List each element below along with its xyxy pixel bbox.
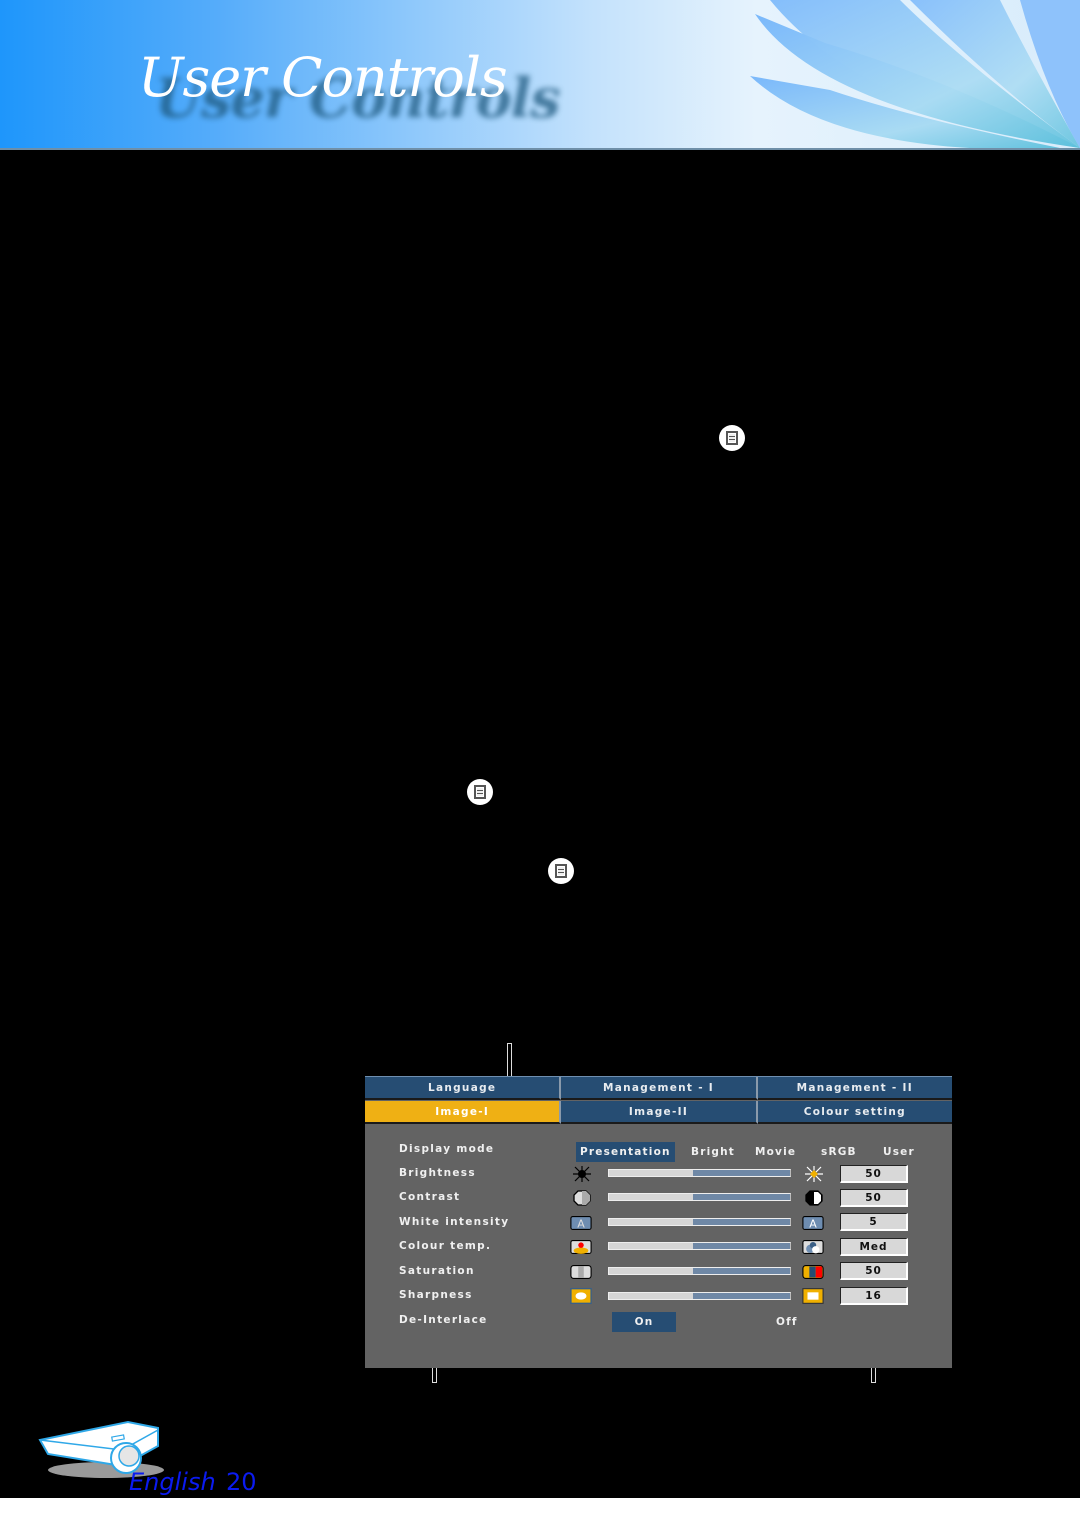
svg-text:A: A (809, 1218, 817, 1231)
saturation-low-icon (570, 1264, 592, 1280)
page-number: 20 (226, 1468, 257, 1496)
saturation-value: 50 (840, 1262, 908, 1280)
sharpness-low-icon (570, 1287, 592, 1305)
contrast-label: Contrast (399, 1191, 461, 1203)
tab-image-2[interactable]: Image-II (561, 1101, 758, 1124)
brightness-value: 50 (840, 1165, 908, 1183)
white-intensity-high-icon: A (802, 1215, 824, 1231)
colour-temp-cool-icon (802, 1239, 824, 1255)
svg-text:A: A (577, 1218, 585, 1231)
note-icon (719, 425, 745, 451)
de-interlace-label: De-Interlace (399, 1314, 488, 1326)
mode-movie[interactable]: Movie (751, 1142, 800, 1162)
osd-tab-row-1: Language Management - I Management - II (365, 1076, 952, 1100)
white-intensity-label: White intensity (399, 1216, 510, 1228)
footer-language: English (129, 1468, 216, 1496)
display-mode-label: Display mode (399, 1143, 495, 1155)
colour-temp-slider[interactable] (608, 1242, 791, 1250)
sharpness-slider[interactable] (608, 1292, 791, 1300)
sharpness-value: 16 (840, 1287, 908, 1305)
osd-tab-row-2: Image-I Image-II Colour setting (365, 1101, 952, 1124)
mode-user[interactable]: User (879, 1142, 919, 1162)
brightness-label: Brightness (399, 1167, 476, 1179)
de-interlace-off-button[interactable]: Off (776, 1312, 798, 1332)
mode-bright[interactable]: Bright (687, 1142, 739, 1162)
contrast-low-icon (571, 1190, 593, 1206)
colour-temp-warm-icon (570, 1239, 592, 1255)
sharpness-label: Sharpness (399, 1289, 473, 1301)
footer-strip (0, 1498, 1080, 1532)
colour-temp-label: Colour temp. (399, 1240, 492, 1252)
tab-colour-setting[interactable]: Colour setting (757, 1101, 952, 1124)
tab-image-1[interactable]: Image-I (365, 1101, 562, 1124)
contrast-value: 50 (840, 1189, 908, 1207)
note-icon (548, 858, 574, 884)
sharpness-high-icon (802, 1288, 824, 1304)
white-intensity-value: 5 (840, 1213, 908, 1231)
saturation-label: Saturation (399, 1265, 475, 1277)
white-intensity-slider[interactable] (608, 1218, 791, 1226)
tab-management-1[interactable]: Management - I (561, 1077, 758, 1100)
de-interlace-on-button[interactable]: On (612, 1312, 676, 1332)
brightness-low-icon (571, 1166, 593, 1182)
contrast-high-icon (803, 1190, 825, 1206)
saturation-slider[interactable] (608, 1267, 791, 1275)
tab-language[interactable]: Language (365, 1077, 562, 1100)
contrast-slider[interactable] (608, 1193, 791, 1201)
brightness-high-icon (803, 1166, 825, 1182)
header-divider (0, 148, 1080, 150)
note-icon (467, 779, 493, 805)
colour-temp-value: Med (840, 1238, 908, 1256)
tab-management-2[interactable]: Management - II (757, 1077, 952, 1100)
mode-srgb[interactable]: sRGB (817, 1142, 861, 1162)
page-title: User Controls (138, 46, 508, 109)
mode-presentation[interactable]: Presentation (576, 1142, 675, 1162)
brightness-slider[interactable] (608, 1169, 791, 1177)
header-banner: User Controls User Controls (0, 0, 1080, 148)
petal-decoration (750, 0, 1080, 148)
white-intensity-low-icon: A (570, 1215, 592, 1231)
saturation-high-icon (802, 1264, 824, 1280)
